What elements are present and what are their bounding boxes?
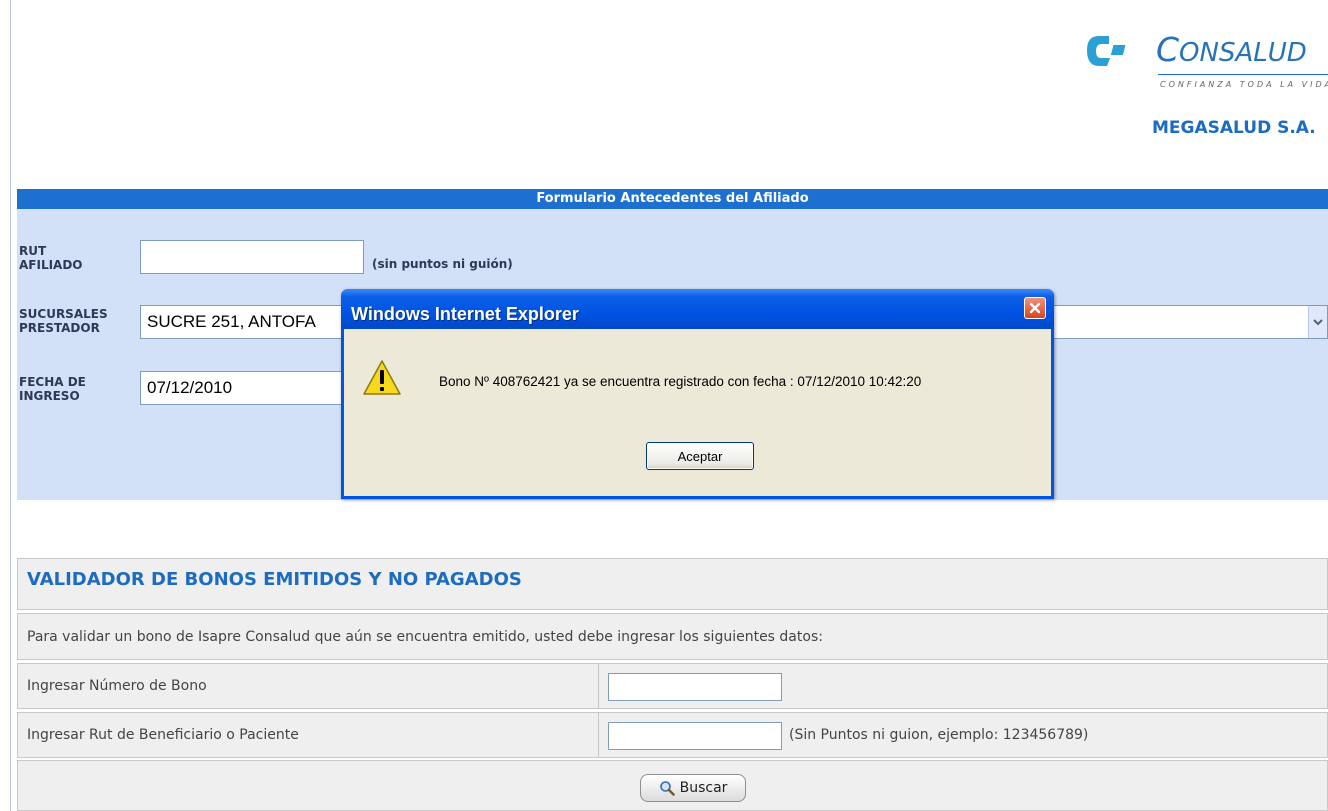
form-header: Formulario Antecedentes del Afiliado xyxy=(17,189,1328,209)
fecha-label-line1: FECHA DE xyxy=(19,375,86,389)
validator-intro-row: Para validar un bono de Isapre Consalud … xyxy=(17,613,1328,660)
dialog-titlebar[interactable]: Windows Internet Explorer xyxy=(341,289,1054,329)
logo-tagline: CONFIANZA TODA LA VIDA xyxy=(1160,80,1328,89)
rut-hint: (sin puntos ni guión) xyxy=(372,257,513,271)
dialog-body: Bono Nº 408762421 ya se encuentra regist… xyxy=(344,329,1051,496)
bono-number-input[interactable] xyxy=(608,673,782,701)
fecha-label: FECHA DE INGRESO xyxy=(19,375,86,403)
rut-afiliado-input[interactable] xyxy=(140,240,364,274)
aceptar-button[interactable]: Aceptar xyxy=(646,442,754,470)
rut-beneficiario-input[interactable] xyxy=(608,722,782,750)
alert-dialog: Windows Internet Explorer Bono Nº 408762… xyxy=(341,289,1054,499)
warning-icon xyxy=(363,360,401,395)
fecha-ingreso-input[interactable]: 07/12/2010 xyxy=(140,371,364,405)
buscar-button[interactable]: Buscar xyxy=(640,774,746,802)
sucursal-label: SUCURSALES PRESTADOR xyxy=(19,307,108,335)
fecha-label-line2: INGRESO xyxy=(19,389,80,403)
bono-label: Ingresar Número de Bono xyxy=(18,664,599,708)
magnifier-icon xyxy=(659,781,675,796)
sucursal-label-line2: PRESTADOR xyxy=(19,321,100,335)
rut-label-line1: RUT xyxy=(19,244,47,258)
validator-title: VALIDADOR DE BONOS EMITIDOS Y NO PAGADOS xyxy=(27,569,522,590)
chevron-down-icon[interactable] xyxy=(1308,306,1327,338)
rut-beneficiario-row: Ingresar Rut de Beneficiario o Paciente … xyxy=(17,712,1328,758)
buscar-label: Buscar xyxy=(679,780,728,796)
dialog-title: Windows Internet Explorer xyxy=(351,304,579,324)
logo-wordmark: CONSALUD xyxy=(1156,30,1307,69)
logo-underline xyxy=(1158,74,1328,75)
dialog-message: Bono Nº 408762421 ya se encuentra regist… xyxy=(439,374,922,389)
consalud-logo-icon xyxy=(1087,36,1126,66)
rut-label: RUT AFILIADO xyxy=(19,244,83,272)
rut-label-line2: AFILIADO xyxy=(19,258,83,272)
search-row: Buscar xyxy=(17,760,1328,811)
sucursal-selected-value: SUCRE 251, ANTOFA xyxy=(147,312,316,331)
close-icon[interactable] xyxy=(1024,297,1046,319)
rut-beneficiario-hint: (Sin Puntos ni guion, ejemplo: 123456789… xyxy=(789,727,1089,743)
rut-beneficiario-label: Ingresar Rut de Beneficiario o Paciente xyxy=(18,713,599,757)
bono-row: Ingresar Número de Bono xyxy=(17,663,1328,709)
provider-name: MEGASALUD S.A. xyxy=(1152,118,1316,138)
validator-title-row: VALIDADOR DE BONOS EMITIDOS Y NO PAGADOS xyxy=(17,558,1328,610)
consalud-logo: CONSALUD CONFIANZA TODA LA VIDA xyxy=(1080,28,1328,98)
validator-intro: Para validar un bono de Isapre Consalud … xyxy=(27,628,823,645)
sucursal-label-line1: SUCURSALES xyxy=(19,307,108,321)
